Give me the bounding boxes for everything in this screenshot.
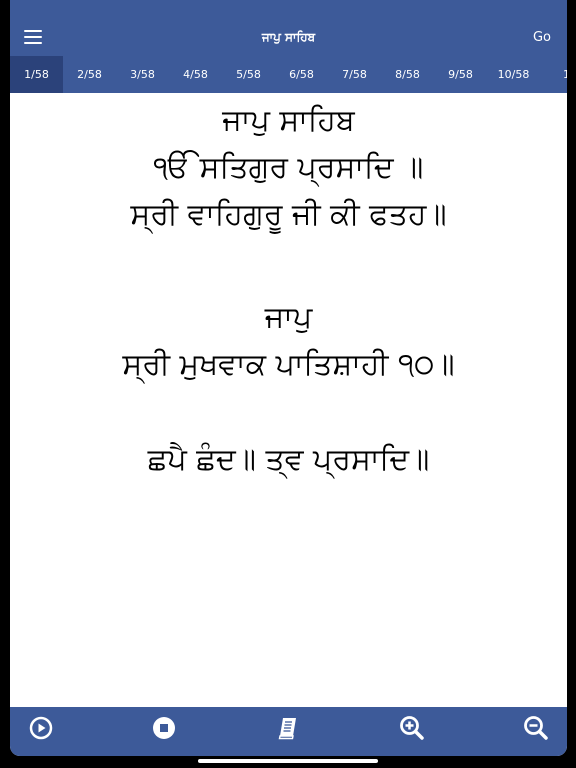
book-icon[interactable]: [275, 715, 301, 741]
page-title: ਜਾਪੁ ਸਾਹਿਬ: [261, 30, 316, 44]
go-button[interactable]: Go: [533, 30, 551, 45]
zoom-out-icon[interactable]: [523, 715, 549, 741]
tab-9[interactable]: 9/58: [434, 56, 487, 93]
content-line: ਸ੍ਰੀ ਵਾਹਿਗੁਰੂ ਜੀ ਕੀ ਫਤਹ॥: [130, 197, 447, 232]
zoom-in-icon[interactable]: [399, 715, 425, 741]
stop-icon[interactable]: [151, 715, 177, 741]
tab-3[interactable]: 3/58: [116, 56, 169, 93]
tab-1[interactable]: 1/58: [10, 56, 63, 93]
bottom-toolbar: [10, 707, 567, 756]
tab-11[interactable]: 1: [540, 56, 567, 93]
content-line: ਜਾਪੁ ਸਾਹਿਬ: [222, 103, 355, 138]
content-line: ੴ ਸਤਿਗੁਰ ਪ੍ਰਸਾਦਿ ॥: [153, 150, 424, 185]
app-window: ਜਾਪੁ ਸਾਹਿਬ Go 1/58 2/58 3/58 4/58 5/58 6…: [10, 0, 567, 756]
play-icon[interactable]: [28, 715, 54, 741]
tab-7[interactable]: 7/58: [328, 56, 381, 93]
content-line: ਛਪੈ ਛੰਦ॥ ਤ੍ਵ ਪ੍ਰਸਾਦਿ॥: [147, 442, 430, 477]
top-bar: ਜਾਪੁ ਸਾਹਿਬ Go 1/58 2/58 3/58 4/58 5/58 6…: [10, 0, 567, 93]
page-tabs: 1/58 2/58 3/58 4/58 5/58 6/58 7/58 8/58 …: [10, 56, 567, 93]
content-line: ਜਾਪੁ: [264, 300, 313, 335]
home-indicator[interactable]: [198, 759, 378, 763]
tab-2[interactable]: 2/58: [63, 56, 116, 93]
tab-5[interactable]: 5/58: [222, 56, 275, 93]
bani-content: ਜਾਪੁ ਸਾਹਿਬ ੴ ਸਤਿਗੁਰ ਪ੍ਰਸਾਦਿ ॥ ਸ੍ਰੀ ਵਾਹਿਗ…: [10, 93, 567, 707]
tab-10[interactable]: 10/58: [487, 56, 540, 93]
tab-6[interactable]: 6/58: [275, 56, 328, 93]
tab-8[interactable]: 8/58: [381, 56, 434, 93]
content-line: ਸ੍ਰੀ ਮੁਖਵਾਕ ਪਾਤਿਸ਼ਾਹੀ ੧੦॥: [122, 347, 455, 382]
tab-4[interactable]: 4/58: [169, 56, 222, 93]
